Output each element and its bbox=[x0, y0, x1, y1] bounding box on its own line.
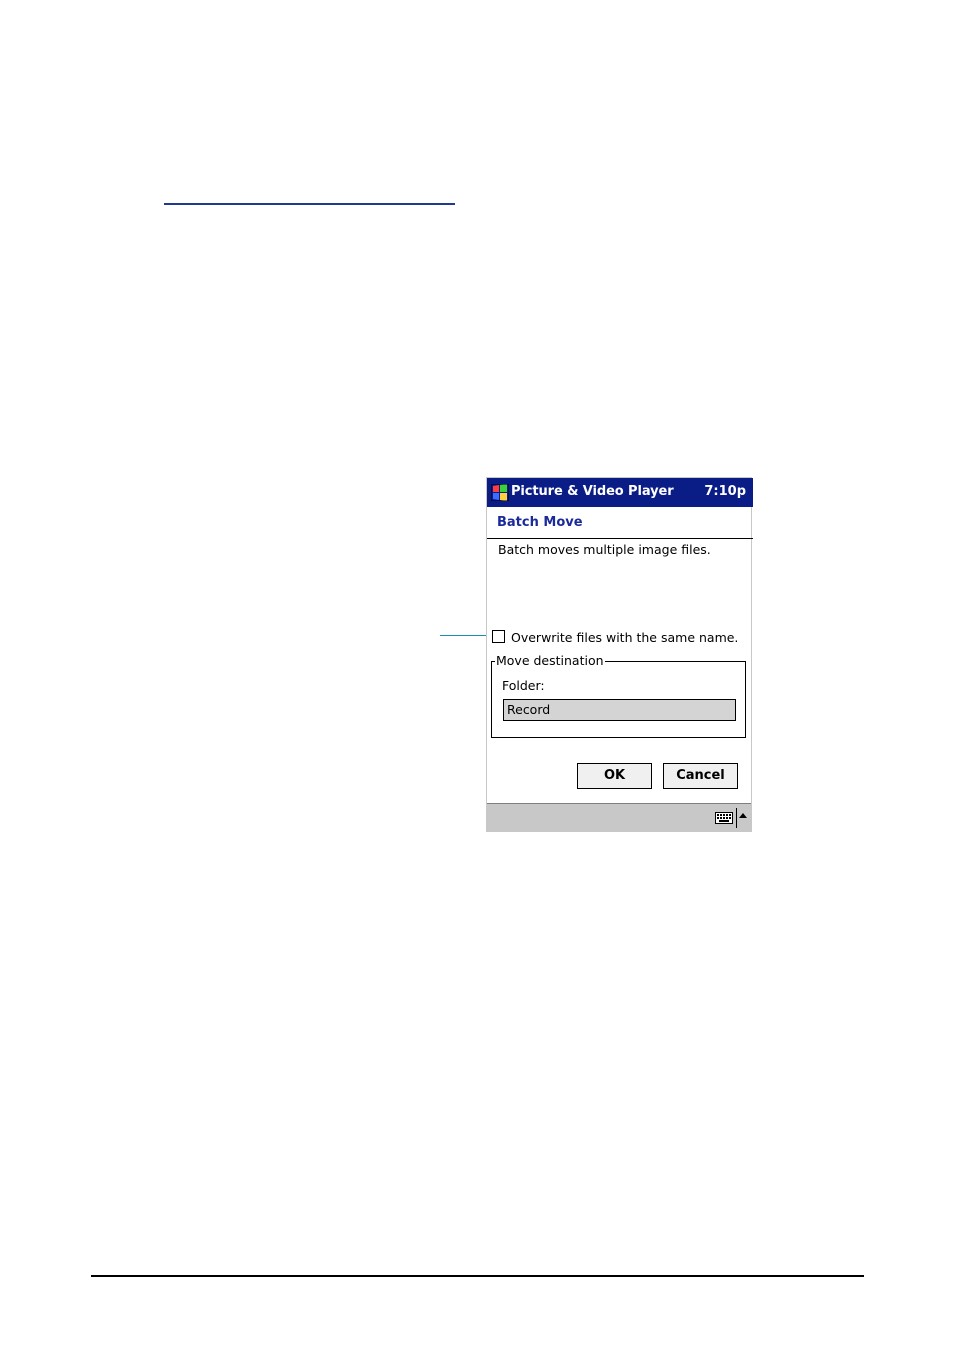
cancel-button[interactable]: Cancel bbox=[663, 763, 738, 789]
menu-separator bbox=[736, 808, 737, 828]
page-footer-rule bbox=[91, 1275, 864, 1277]
overwrite-checkbox-label[interactable]: Overwrite files with the same name. bbox=[511, 630, 738, 645]
checkbox-callout-line bbox=[440, 635, 492, 636]
dialog-title: Batch Move bbox=[497, 515, 583, 530]
ok-button[interactable]: OK bbox=[577, 763, 652, 789]
folder-field[interactable]: Record bbox=[503, 699, 736, 721]
dialog-description: Batch moves multiple image files. bbox=[498, 542, 711, 557]
overwrite-checkbox[interactable] bbox=[492, 630, 505, 643]
move-destination-legend: Move destination bbox=[495, 653, 605, 668]
app-title: Picture & Video Player bbox=[511, 484, 674, 499]
pocket-pc-screen: Picture & Video Player 7:10p Batch Move … bbox=[486, 477, 753, 832]
folder-label: Folder: bbox=[502, 678, 545, 693]
title-bar: Picture & Video Player 7:10p bbox=[487, 478, 753, 507]
page-header-link-underline bbox=[164, 203, 455, 205]
clock[interactable]: 7:10p bbox=[704, 484, 746, 499]
windows-start-icon[interactable] bbox=[491, 484, 509, 501]
title-divider bbox=[487, 538, 753, 539]
menu-bar bbox=[487, 803, 751, 832]
sip-arrow-up-icon[interactable] bbox=[739, 813, 747, 818]
keyboard-icon[interactable] bbox=[715, 812, 733, 824]
